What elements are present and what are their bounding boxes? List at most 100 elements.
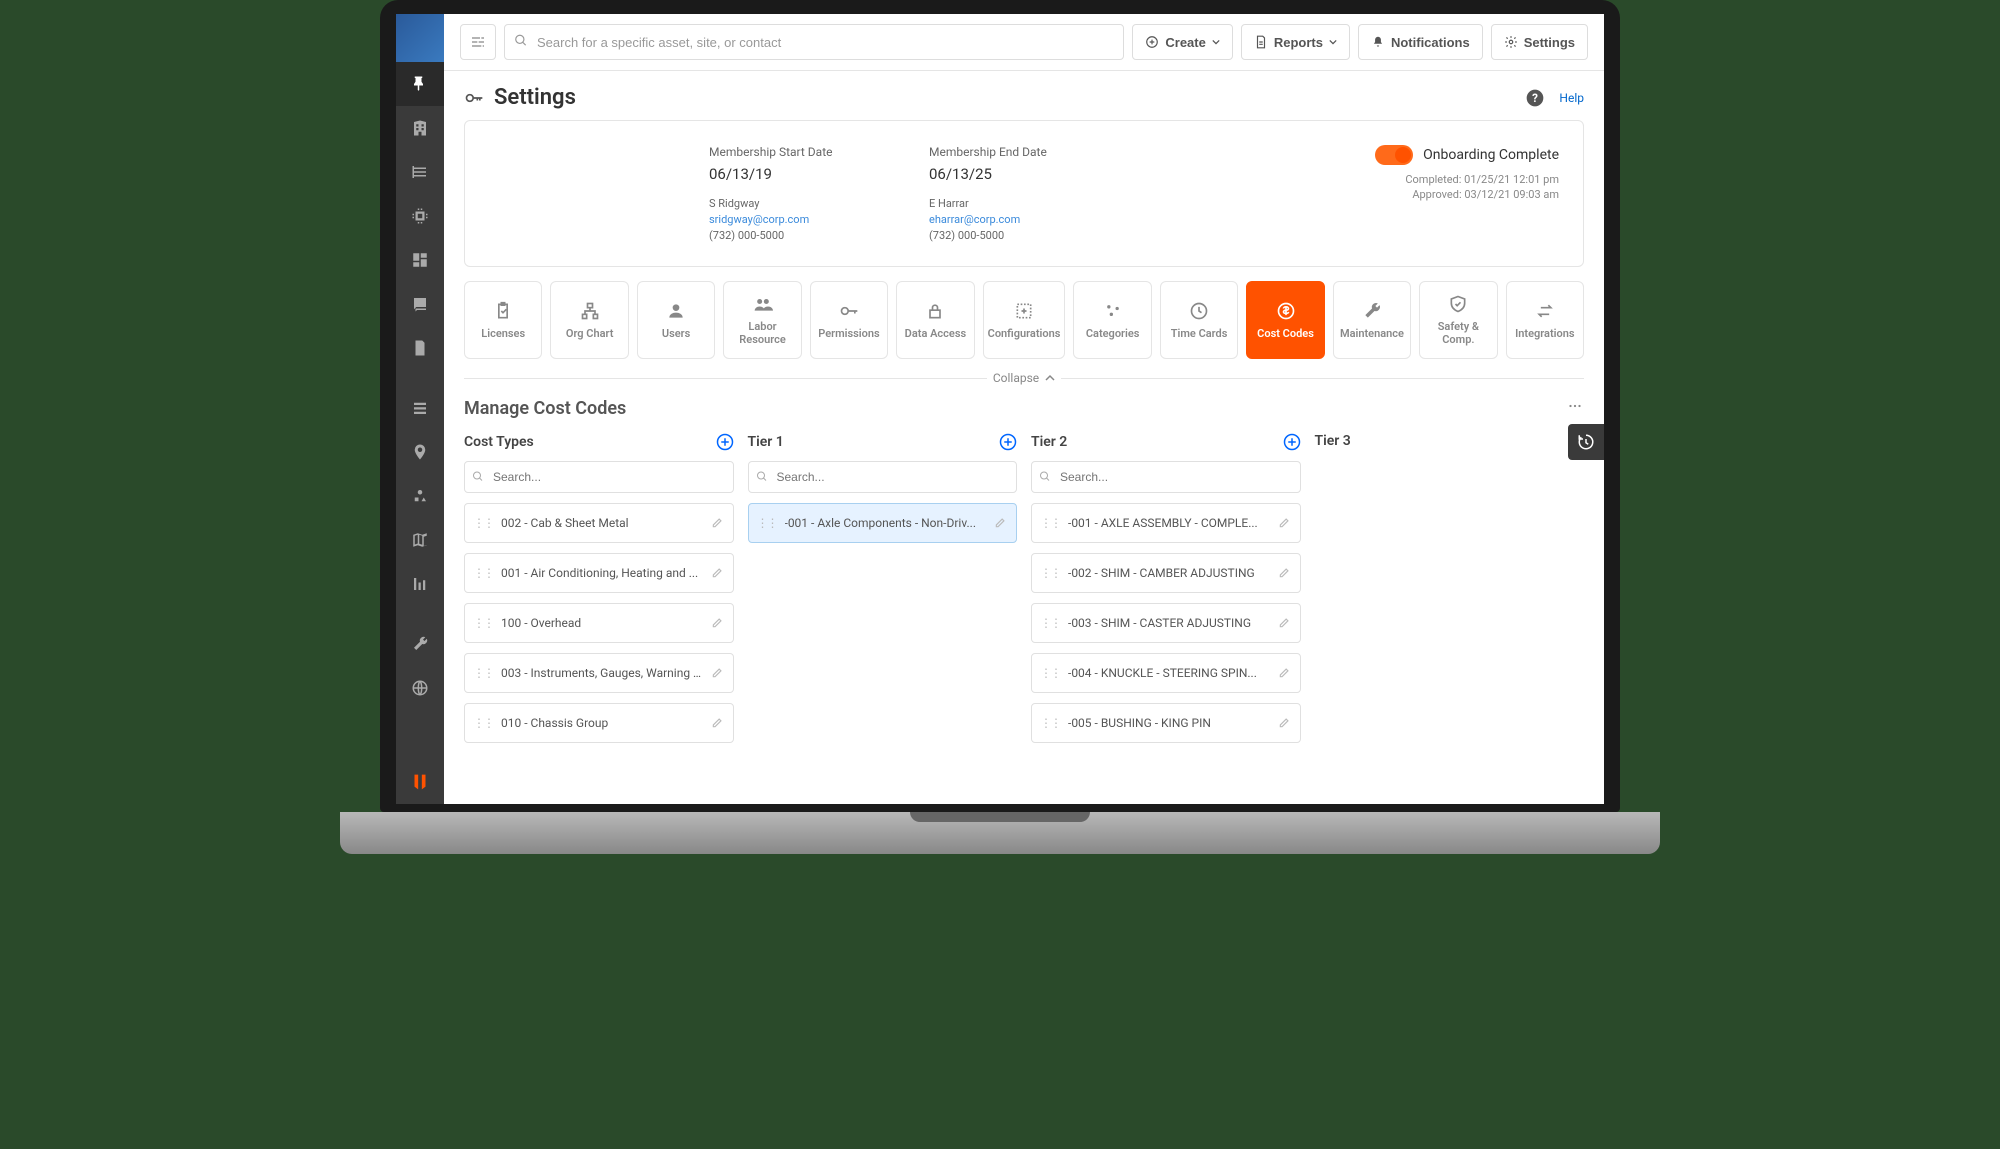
wrench-icon [411,635,429,653]
drag-handle-icon[interactable]: ⋮⋮ [1040,666,1060,680]
add-cost-type-button[interactable] [716,433,734,451]
history-button[interactable] [1568,424,1604,460]
tab-users[interactable]: Users [637,281,715,359]
sidebar-brand-icon [396,760,444,804]
tier1-search[interactable] [748,461,1018,493]
global-search-input[interactable] [504,24,1124,60]
column-title: Tier 3 [1315,433,1351,449]
help-link[interactable]: ? Help [1525,88,1584,108]
filter-button[interactable] [460,24,496,60]
sidebar-item-wrench[interactable] [396,622,444,666]
sidebar-item-shapes[interactable] [396,474,444,518]
sidebar-item-library[interactable] [396,150,444,194]
list-item[interactable]: ⋮⋮-001 - AXLE ASSEMBLY - COMPLE... [1031,503,1301,543]
search-icon [756,468,768,487]
create-button-label: Create [1165,35,1205,50]
tab-safety[interactable]: Safety & Comp. [1419,281,1497,359]
onboarding-toggle[interactable] [1375,145,1413,165]
list-item[interactable]: ⋮⋮010 - Chassis Group [464,703,734,743]
more-button[interactable] [1566,397,1584,419]
edit-button[interactable] [711,715,725,732]
sidebar-item-building[interactable] [396,106,444,150]
onboarding-label: Onboarding Complete [1423,147,1559,163]
list-item[interactable]: ⋮⋮001 - Air Conditioning, Heating and ..… [464,553,734,593]
cost-types-search[interactable] [464,461,734,493]
settings-button[interactable]: Settings [1491,24,1588,60]
sidebar-item-chat[interactable] [396,282,444,326]
drag-handle-icon[interactable]: ⋮⋮ [1040,516,1060,530]
tab-configurations[interactable]: Configurations [983,281,1066,359]
drag-handle-icon[interactable]: ⋮⋮ [473,716,493,730]
history-icon [1577,433,1595,451]
tab-licenses[interactable]: Licenses [464,281,542,359]
list-item[interactable]: ⋮⋮-005 - BUSHING - KING PIN [1031,703,1301,743]
tab-categories[interactable]: Categories [1073,281,1151,359]
edit-button[interactable] [711,615,725,632]
edit-button[interactable] [994,515,1008,532]
edit-button[interactable] [711,665,725,682]
tab-orgchart[interactable]: Org Chart [550,281,628,359]
reports-button[interactable]: Reports [1241,24,1350,60]
sidebar-item-chip[interactable] [396,194,444,238]
edit-button[interactable] [1278,515,1292,532]
add-tier1-button[interactable] [999,433,1017,451]
drag-handle-icon[interactable]: ⋮⋮ [473,616,493,630]
column-tier1: Tier 1 ⋮⋮-001 - Axle Components - Non-Dr… [748,433,1018,753]
contact1-email[interactable]: sridgway@corp.com [709,213,889,226]
sliders-icon [470,34,486,50]
tab-maintenance[interactable]: Maintenance [1333,281,1411,359]
drag-handle-icon[interactable]: ⋮⋮ [1040,716,1060,730]
tab-integrations[interactable]: Integrations [1506,281,1584,359]
sidebar-item-globe[interactable] [396,666,444,710]
edit-button[interactable] [1278,665,1292,682]
scatter-icon [1103,301,1123,321]
map-icon [411,531,429,549]
membership-start-label: Membership Start Date [709,145,889,159]
list-item[interactable]: ⋮⋮-001 - Axle Components - Non-Driv... [748,503,1018,543]
list-item[interactable]: ⋮⋮100 - Overhead [464,603,734,643]
create-button[interactable]: Create [1132,24,1232,60]
tier2-search[interactable] [1031,461,1301,493]
tab-permissions[interactable]: Permissions [810,281,888,359]
edit-button[interactable] [711,565,725,582]
tab-timecards[interactable]: Time Cards [1160,281,1238,359]
collapse-button[interactable]: Collapse [464,371,1584,385]
drag-handle-icon[interactable]: ⋮⋮ [473,516,493,530]
add-tier2-button[interactable] [1283,433,1301,451]
drag-handle-icon[interactable]: ⋮⋮ [1040,616,1060,630]
contact2-email[interactable]: eharrar@corp.com [929,213,1109,226]
group-icon [753,294,773,314]
org-logo-placeholder [489,145,669,242]
sidebar-item-dashboard[interactable] [396,238,444,282]
pencil-icon [711,615,725,629]
sidebar-item-location[interactable] [396,430,444,474]
list-item[interactable]: ⋮⋮-002 - SHIM - CAMBER ADJUSTING [1031,553,1301,593]
list-item[interactable]: ⋮⋮003 - Instruments, Gauges, Warning ... [464,653,734,693]
drag-handle-icon[interactable]: ⋮⋮ [473,566,493,580]
sidebar-item-document[interactable] [396,326,444,370]
dashboard-icon [411,251,429,269]
search-icon [1039,468,1051,487]
list-item[interactable]: ⋮⋮-004 - KNUCKLE - STEERING SPIN... [1031,653,1301,693]
drag-handle-icon[interactable]: ⋮⋮ [473,666,493,680]
edit-button[interactable] [1278,715,1292,732]
edit-button[interactable] [711,515,725,532]
tab-dataaccess[interactable]: Data Access [896,281,974,359]
sidebar-item-pin[interactable] [396,62,444,106]
drag-handle-icon[interactable]: ⋮⋮ [1040,566,1060,580]
list-item[interactable]: ⋮⋮002 - Cab & Sheet Metal [464,503,734,543]
location-icon [411,443,429,461]
settings-button-label: Settings [1524,35,1575,50]
edit-button[interactable] [1278,565,1292,582]
tab-costcodes[interactable]: Cost Codes [1246,281,1324,359]
drag-handle-icon[interactable]: ⋮⋮ [757,516,777,530]
file-icon [1254,35,1268,49]
pencil-icon [711,715,725,729]
edit-button[interactable] [1278,615,1292,632]
list-item[interactable]: ⋮⋮-003 - SHIM - CASTER ADJUSTING [1031,603,1301,643]
sidebar-item-chart[interactable] [396,562,444,606]
sidebar-item-map[interactable] [396,518,444,562]
sidebar-item-list[interactable] [396,386,444,430]
tab-labor[interactable]: Labor Resource [723,281,801,359]
notifications-button[interactable]: Notifications [1358,24,1483,60]
